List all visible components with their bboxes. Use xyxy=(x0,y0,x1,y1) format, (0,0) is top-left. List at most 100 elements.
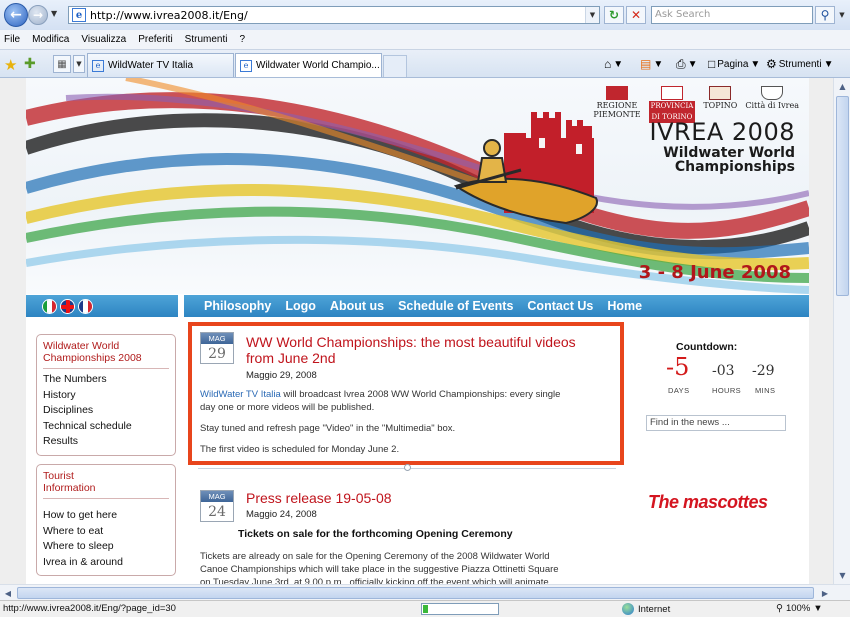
stop-button[interactable]: ✕ xyxy=(626,6,646,24)
refresh-icon: ↻ xyxy=(608,8,620,22)
countdown-days-label: DAYS xyxy=(668,386,690,395)
search-options-dropdown[interactable]: ▼ xyxy=(836,6,848,24)
menu-help[interactable]: ? xyxy=(239,34,245,45)
address-input[interactable]: e http://www.ivrea2008.it/Eng/ ▼ xyxy=(68,6,600,24)
page-menu-button[interactable]: □ Pagina ▼ xyxy=(708,57,760,71)
regione-logo-icon xyxy=(605,86,628,100)
history-dropdown-button[interactable]: ▼ xyxy=(51,9,57,18)
post-title-link[interactable]: Press release 19-05-08 xyxy=(246,490,392,506)
forward-button[interactable]: → xyxy=(28,5,48,25)
post-date-badge: MAG 29 xyxy=(200,332,234,364)
mascottes-link[interactable]: The mascottes xyxy=(648,492,768,513)
menu-bar: File Modifica Visualizza Preferiti Strum… xyxy=(0,30,850,50)
horizontal-scroll-thumb[interactable] xyxy=(17,587,814,599)
feeds-button[interactable]: ▤ ▼ xyxy=(640,57,663,71)
back-button[interactable]: ← xyxy=(4,3,28,27)
nav-contact[interactable]: Contact Us xyxy=(527,299,593,313)
countdown-mins-label: MINS xyxy=(755,386,776,395)
vertical-scrollbar[interactable]: ▲ ▼ xyxy=(833,78,850,584)
grid-icon: ▦ xyxy=(57,58,67,70)
vertical-scroll-thumb[interactable] xyxy=(836,96,849,296)
page-icon: e xyxy=(72,8,86,22)
search-icon: ⚲ xyxy=(820,8,830,22)
home-button[interactable]: ⌂ ▼ xyxy=(604,57,623,71)
scroll-left-icon[interactable]: ◀ xyxy=(0,585,16,601)
event-subtitle-2: Championships xyxy=(674,159,795,175)
quick-tabs-button[interactable]: ▦ xyxy=(53,55,71,73)
countdown-title: Countdown: xyxy=(676,341,738,353)
zoom-control[interactable]: ⚲ 100% ▼ xyxy=(776,603,823,614)
topino-logo-icon xyxy=(709,86,732,100)
scroll-right-icon[interactable]: ▶ xyxy=(817,585,833,601)
address-bar-row: ← → ▼ e http://www.ivrea2008.it/Eng/ ▼ ↻… xyxy=(0,0,850,30)
search-input[interactable]: Ask Search xyxy=(651,6,813,24)
menu-visualizza[interactable]: Visualizza xyxy=(81,34,126,45)
nav-home[interactable]: Home xyxy=(607,299,642,313)
security-zone[interactable]: Internet xyxy=(622,603,670,615)
french-flag-icon[interactable] xyxy=(78,298,93,314)
post-body: Tickets are already on sale for the Open… xyxy=(200,551,559,584)
sidebar-item-numbers[interactable]: The Numbers xyxy=(43,372,169,388)
page-icon: □ xyxy=(708,57,716,71)
refresh-button[interactable]: ↻ xyxy=(604,6,624,24)
scroll-down-icon[interactable]: ▼ xyxy=(834,567,850,584)
menu-file[interactable]: File xyxy=(4,34,20,45)
globe-icon xyxy=(622,603,634,615)
countdown-days: -5 xyxy=(666,353,690,381)
post-date: Maggio 24, 2008 xyxy=(246,509,317,520)
tourist-box-title: Tourist Information xyxy=(43,470,169,499)
print-button[interactable]: ⎙ ▼ xyxy=(676,57,698,72)
sponsor-topino[interactable]: TOPINO xyxy=(703,86,737,110)
post-body: WildWater TV Italia will broadcast Ivrea… xyxy=(200,389,561,455)
status-bar: http://www.ivrea2008.it/Eng/?page_id=30 … xyxy=(0,600,850,617)
address-text: http://www.ivrea2008.it/Eng/ xyxy=(90,8,248,22)
add-favorite-icon[interactable]: ✚ xyxy=(24,56,36,72)
horizontal-scrollbar[interactable]: ◀ ▶ xyxy=(0,584,850,600)
sidebar-item-technical-schedule[interactable]: Technical schedule xyxy=(43,419,169,435)
nav-logo[interactable]: Logo xyxy=(285,299,316,313)
italian-flag-icon[interactable] xyxy=(42,298,57,314)
scroll-up-icon[interactable]: ▲ xyxy=(834,78,850,95)
menu-modifica[interactable]: Modifica xyxy=(32,34,69,45)
header-banner: REGIONE PIEMONTE PROVINCIA DI TORINO TOP… xyxy=(26,78,809,294)
language-selector xyxy=(26,295,178,317)
tools-menu-button[interactable]: ⚙ Strumenti ▼ xyxy=(766,57,833,71)
sidebar-item-ivrea-around[interactable]: Ivrea in & around xyxy=(43,555,169,571)
nav-about-us[interactable]: About us xyxy=(330,299,384,313)
status-text: http://www.ivrea2008.it/Eng/?page_id=30 xyxy=(3,603,176,614)
event-title: IVREA 2008 xyxy=(649,118,795,146)
print-icon: ⎙ xyxy=(676,57,686,71)
tab-wildwater-world[interactable]: e Wildwater World Champio... ✕ xyxy=(235,53,382,77)
nav-schedule[interactable]: Schedule of Events xyxy=(398,299,513,313)
page-icon: e xyxy=(92,59,104,72)
loading-progress-bar xyxy=(421,603,499,615)
sidebar-item-where-to-eat[interactable]: Where to eat xyxy=(43,524,169,540)
address-dropdown-button[interactable]: ▼ xyxy=(585,7,599,23)
sidebar-item-how-to-get-here[interactable]: How to get here xyxy=(43,508,169,524)
sponsor-regione-piemonte[interactable]: REGIONE PIEMONTE xyxy=(593,86,641,119)
sidebar-item-history[interactable]: History xyxy=(43,388,169,404)
search-button[interactable]: ⚲ xyxy=(815,6,835,24)
tab-list-dropdown[interactable]: ▼ xyxy=(73,55,85,73)
uk-flag-icon[interactable] xyxy=(60,298,75,314)
menu-preferiti[interactable]: Preferiti xyxy=(138,34,172,45)
sidebar-item-where-to-sleep[interactable]: Where to sleep xyxy=(43,539,169,555)
forward-arrow-icon: → xyxy=(32,8,44,22)
wildwater-tv-link[interactable]: WildWater TV Italia xyxy=(200,389,281,400)
news-search-input[interactable]: Find in the news ... xyxy=(646,415,786,431)
post-title-link[interactable]: WW World Championships: the most beautif… xyxy=(246,334,576,366)
countdown-hours: -03 xyxy=(712,363,735,379)
site-navigation: Philosophy Logo About us Schedule of Eve… xyxy=(26,295,809,317)
sidebar-item-results[interactable]: Results xyxy=(43,434,169,450)
menu-strumenti[interactable]: Strumenti xyxy=(185,34,228,45)
countdown-mins: -29 xyxy=(752,363,775,379)
nav-philosophy[interactable]: Philosophy xyxy=(204,299,271,313)
separator-dot-icon xyxy=(404,464,411,471)
tab-label: WildWater TV Italia xyxy=(108,60,194,71)
sidebar-item-disciplines[interactable]: Disciplines xyxy=(43,403,169,419)
back-arrow-icon: ← xyxy=(10,7,22,23)
sponsor-citta-ivrea[interactable]: Città di Ivrea xyxy=(745,86,799,110)
new-tab-button[interactable] xyxy=(383,55,407,77)
tab-wildwater-tv[interactable]: e WildWater TV Italia xyxy=(87,53,234,77)
favorites-star-icon[interactable]: ★ xyxy=(4,56,17,74)
